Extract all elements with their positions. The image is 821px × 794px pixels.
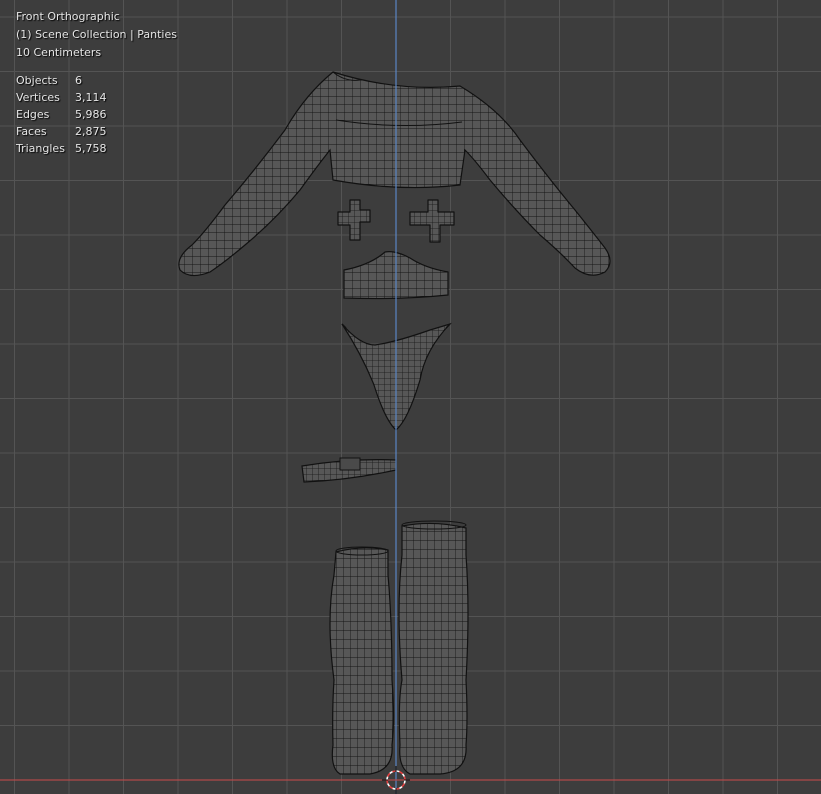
grid-scale: 10 Centimeters	[16, 46, 102, 59]
viewport-canvas[interactable]	[0, 0, 821, 794]
stat-row-edges: Edges 5,986	[16, 106, 107, 123]
scene-statistics: Objects 6 Vertices 3,114 Edges 5,986 Fac…	[16, 72, 107, 157]
stat-label: Triangles	[16, 142, 65, 155]
stat-label: Objects	[16, 74, 58, 87]
stat-label: Faces	[16, 125, 47, 138]
sweater-mesh[interactable]	[178, 71, 611, 277]
3d-viewport[interactable]: Front Orthographic (1) Scene Collection …	[0, 0, 821, 794]
mesh-objects[interactable]	[178, 71, 611, 775]
collection-line: (1) Scene Collection | Panties	[16, 28, 177, 41]
choker-mesh[interactable]	[301, 457, 397, 483]
stat-row-triangles: Triangles 5,758	[16, 140, 107, 157]
stat-value: 3,114	[75, 91, 107, 104]
viewport-info: Front Orthographic (1) Scene Collection …	[16, 8, 177, 62]
stat-value: 5,758	[75, 142, 107, 155]
stat-row-objects: Objects 6	[16, 72, 107, 89]
stat-row-faces: Faces 2,875	[16, 123, 107, 140]
stat-value: 6	[75, 74, 82, 87]
stat-value: 2,875	[75, 125, 107, 138]
stat-value: 5,986	[75, 108, 107, 121]
view-name: Front Orthographic	[16, 10, 120, 23]
stat-row-vertices: Vertices 3,114	[16, 89, 107, 106]
stat-label: Edges	[16, 108, 50, 121]
stat-label: Vertices	[16, 91, 60, 104]
stockings-mesh[interactable]	[329, 520, 469, 775]
